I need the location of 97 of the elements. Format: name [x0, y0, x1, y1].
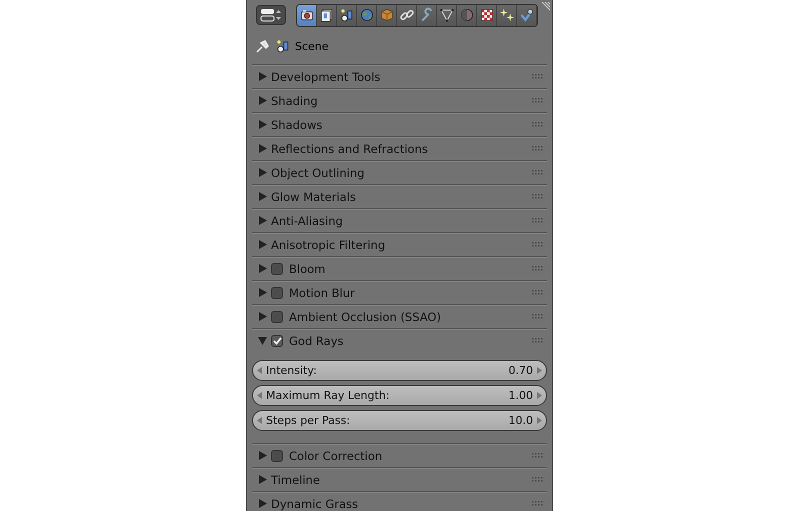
drag-grip-icon[interactable]	[532, 477, 543, 482]
panel-header[interactable]: Reflections and Refractions	[252, 136, 547, 160]
panel-title: Development Tools	[271, 70, 382, 84]
collapsed-arrow-icon[interactable]	[258, 264, 267, 273]
panel-header[interactable]: Object Outlining	[252, 160, 547, 184]
panel-header[interactable]: Color Correction	[252, 443, 547, 467]
context-tab[interactable]	[397, 4, 417, 26]
panel-title: Motion Blur	[289, 286, 356, 300]
panel-header[interactable]: Glow Materials	[252, 184, 547, 208]
collapsed-arrow-icon[interactable]	[258, 475, 267, 484]
increment-arrow-icon[interactable]	[537, 417, 542, 424]
enable-checkbox[interactable]	[271, 450, 283, 462]
context-tab[interactable]	[317, 4, 337, 26]
enable-checkbox[interactable]	[271, 310, 283, 322]
panel-header[interactable]: Motion Blur	[252, 280, 547, 304]
collapsed-arrow-icon[interactable]	[258, 144, 267, 153]
context-tab[interactable]	[517, 4, 537, 26]
scene-icon	[275, 38, 291, 54]
pin-icon[interactable]	[255, 38, 271, 54]
collapsed-arrow-icon[interactable]	[258, 168, 267, 177]
panel-header[interactable]: Shadows	[252, 112, 547, 136]
panel-title: Shading	[271, 94, 319, 108]
collapsed-arrow-icon[interactable]	[258, 451, 267, 460]
panel-title: Glow Materials	[271, 190, 357, 204]
panel-title: Anisotropic Filtering	[271, 238, 386, 252]
mesh-icon	[438, 7, 454, 23]
drag-grip-icon[interactable]	[532, 501, 543, 506]
drag-grip-icon[interactable]	[532, 242, 543, 247]
drag-grip-icon[interactable]	[532, 194, 543, 199]
drag-grip-icon[interactable]	[532, 122, 543, 127]
camera-icon	[298, 7, 314, 23]
collapsed-arrow-icon[interactable]	[258, 499, 267, 508]
number-field[interactable]: Intensity: 0.70	[252, 360, 547, 381]
panel-title: Object Outlining	[271, 166, 366, 180]
panel-title: Timeline	[271, 472, 321, 486]
expanded-arrow-icon[interactable]	[258, 336, 267, 345]
drag-grip-icon[interactable]	[532, 266, 543, 271]
panel-header[interactable]: Anisotropic Filtering	[252, 232, 547, 256]
number-field[interactable]: Steps per Pass: 10.0	[252, 410, 547, 431]
collapsed-arrow-icon[interactable]	[258, 240, 267, 249]
collapsed-arrow-icon[interactable]	[258, 288, 267, 297]
panel-header[interactable]: Shading	[252, 88, 547, 112]
context-tab[interactable]	[337, 4, 357, 26]
increment-arrow-icon[interactable]	[537, 392, 542, 399]
drag-grip-icon[interactable]	[532, 98, 543, 103]
collapsed-arrow-icon[interactable]	[258, 120, 267, 129]
particles-icon	[498, 7, 514, 23]
drag-grip-icon[interactable]	[532, 146, 543, 151]
panel-title: Bloom	[289, 262, 326, 276]
cube-icon	[378, 7, 394, 23]
panel-title: Reflections and Refractions	[271, 142, 429, 156]
context-label: Scene	[295, 40, 329, 52]
decrement-arrow-icon[interactable]	[257, 417, 262, 424]
collapsed-arrow-icon[interactable]	[258, 96, 267, 105]
increment-arrow-icon[interactable]	[537, 367, 542, 374]
drag-grip-icon[interactable]	[532, 314, 543, 319]
context-tab[interactable]	[497, 4, 517, 26]
collapsed-arrow-icon[interactable]	[258, 192, 267, 201]
panel-title: God Rays	[289, 334, 344, 348]
panel-header[interactable]: God Rays	[252, 328, 547, 352]
panel-header[interactable]: Timeline	[252, 467, 547, 491]
panel-header[interactable]: Ambient Occlusion (SSAO)	[252, 304, 547, 328]
drag-grip-icon[interactable]	[532, 74, 543, 79]
decrement-arrow-icon[interactable]	[257, 367, 262, 374]
enable-checkbox[interactable]	[271, 334, 283, 346]
context-tab[interactable]	[477, 4, 497, 26]
drag-grip-icon[interactable]	[532, 218, 543, 223]
context-tab[interactable]	[437, 4, 457, 26]
drag-grip-icon[interactable]	[532, 338, 543, 343]
panel-title: Anti-Aliasing	[271, 214, 344, 228]
panel-header[interactable]: Dynamic Grass	[252, 491, 547, 511]
editor-type-button[interactable]	[256, 5, 286, 25]
collapsed-arrow-icon[interactable]	[258, 312, 267, 321]
drag-grip-icon[interactable]	[532, 290, 543, 295]
collapsed-arrow-icon[interactable]	[258, 72, 267, 81]
decrement-arrow-icon[interactable]	[257, 392, 262, 399]
material-icon	[458, 7, 474, 23]
enable-checkbox[interactable]	[271, 262, 283, 274]
panel-header[interactable]: Anti-Aliasing	[252, 208, 547, 232]
panel-title: Ambient Occlusion (SSAO)	[289, 310, 442, 324]
resize-corner-icon[interactable]	[540, 2, 550, 12]
scene-icon	[318, 7, 334, 23]
panel-header[interactable]: Development Tools	[252, 64, 547, 88]
panel-title: Dynamic Grass	[271, 496, 360, 510]
collapsed-arrow-icon[interactable]	[258, 216, 267, 225]
panel-title: Shadows	[271, 118, 324, 132]
panel-header[interactable]: Bloom	[252, 256, 547, 280]
link-icon	[398, 7, 414, 23]
number-field[interactable]: Maximum Ray Length: 1.00	[252, 385, 547, 406]
enable-checkbox[interactable]	[271, 286, 283, 298]
texture-icon	[478, 7, 494, 23]
objects-icon	[338, 7, 354, 23]
context-tab[interactable]	[297, 4, 317, 26]
drag-grip-icon[interactable]	[532, 170, 543, 175]
panel-title: Color Correction	[289, 448, 384, 462]
drag-grip-icon[interactable]	[532, 453, 543, 458]
world-icon	[358, 7, 374, 23]
